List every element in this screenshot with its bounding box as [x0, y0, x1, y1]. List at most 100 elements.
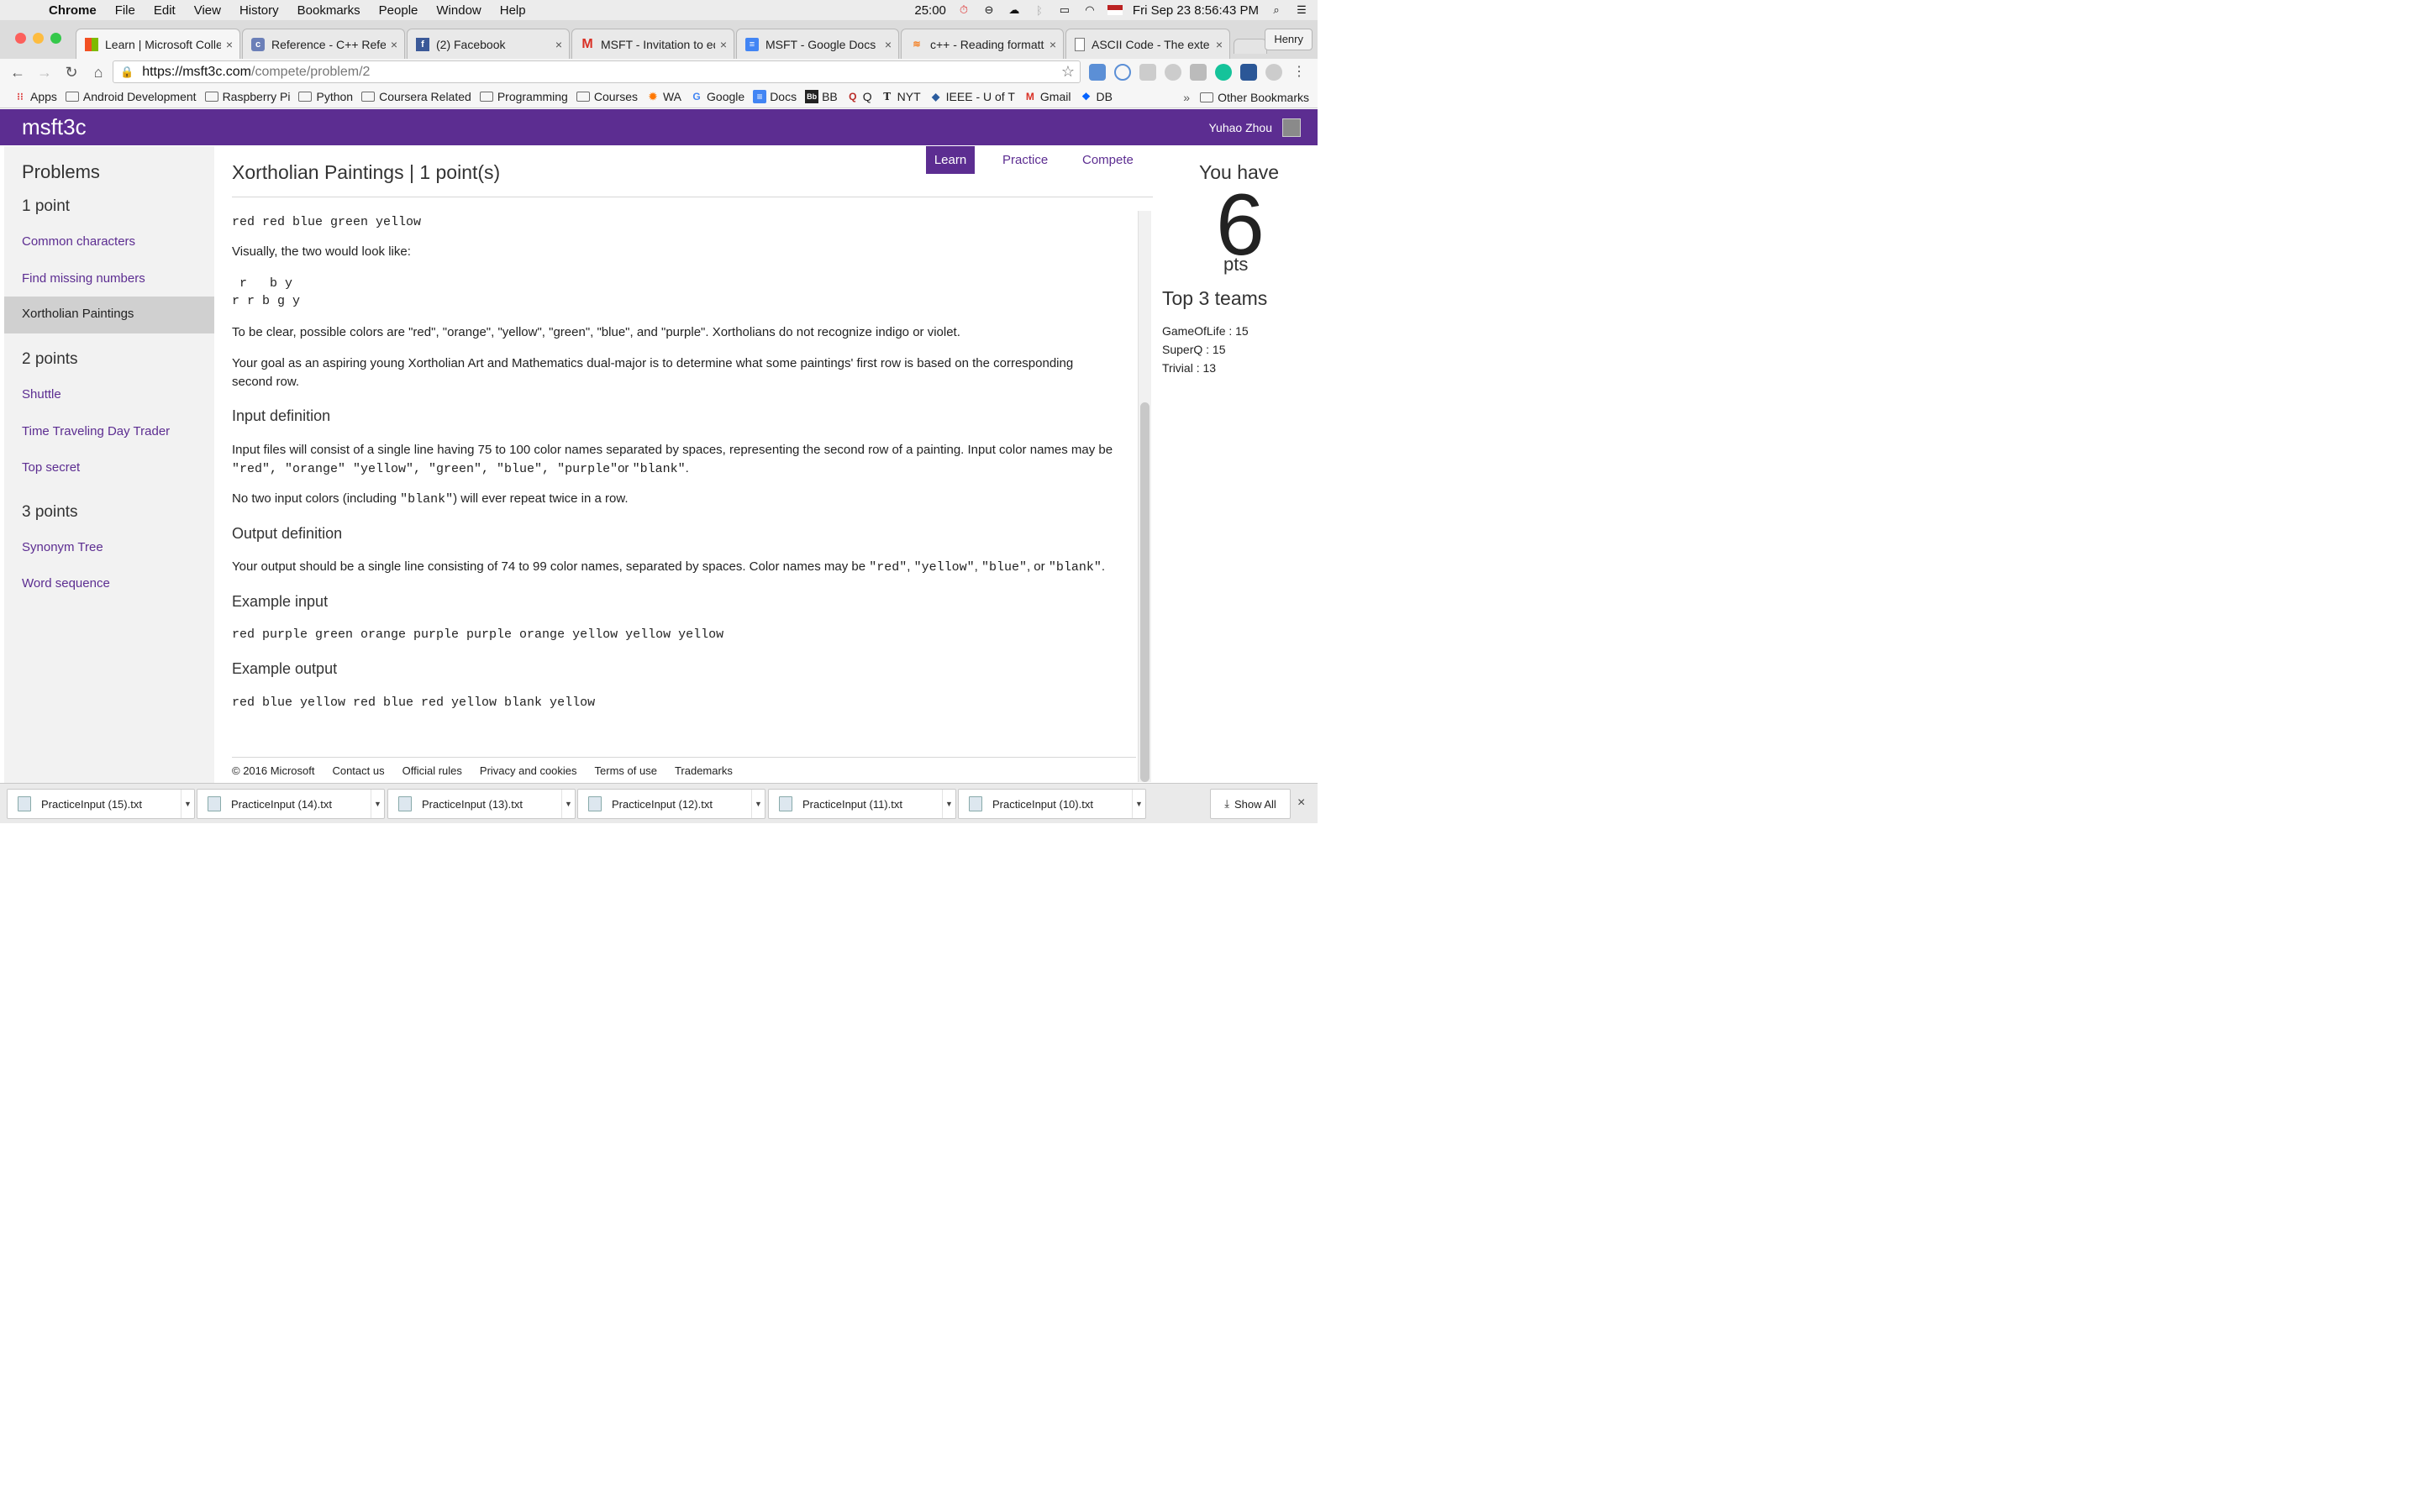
footer-official-rules-link[interactable]: Official rules [402, 764, 462, 777]
tab-learn-mode[interactable]: Learn [926, 146, 975, 174]
pomodoro-timer[interactable]: 25:00 [914, 3, 946, 18]
menu-people[interactable]: People [379, 3, 418, 18]
bookmark-python[interactable]: Python [298, 90, 353, 103]
spotlight-search-icon[interactable]: ⌕ [1269, 3, 1284, 17]
menu-file[interactable]: File [115, 3, 135, 18]
minimize-window-button[interactable] [33, 33, 44, 44]
do-not-disturb-icon[interactable]: ⊖ [981, 3, 997, 17]
calendar-extension-icon[interactable] [1089, 64, 1106, 81]
tab-ascii[interactable]: ASCII Code - The exte × [1065, 29, 1230, 59]
download-item[interactable]: PracticeInput (12).txt ▼ [577, 789, 765, 819]
footer-privacy-link[interactable]: Privacy and cookies [480, 764, 577, 777]
sidebar-item-find-missing-numbers[interactable]: Find missing numbers [22, 271, 145, 286]
menu-clock[interactable]: Fri Sep 23 8:56:43 PM [1133, 3, 1259, 18]
close-tab-icon[interactable]: × [720, 38, 727, 51]
close-downloads-icon[interactable]: × [1297, 795, 1305, 811]
wifi-icon[interactable]: ◠ [1082, 3, 1097, 17]
chevron-down-icon[interactable]: ▼ [181, 790, 194, 818]
bookmark-android-development[interactable]: Android Development [65, 90, 197, 103]
bookmark-programming[interactable]: Programming [479, 90, 568, 103]
other-bookmarks[interactable]: » Other Bookmarks [1183, 86, 1309, 108]
bookmark-q[interactable]: QQ [846, 90, 872, 103]
footer-contact-link[interactable]: Contact us [332, 764, 384, 777]
footer-trademarks-link[interactable]: Trademarks [675, 764, 733, 777]
avatar[interactable] [1282, 118, 1301, 137]
notification-center-icon[interactable]: ☰ [1294, 3, 1309, 17]
dropbox-extension-icon[interactable] [1139, 64, 1156, 81]
menu-help[interactable]: Help [500, 3, 526, 18]
profile-button[interactable]: Henry [1265, 29, 1313, 50]
apple-icon[interactable] [18, 3, 32, 18]
sidebar-item-top-secret[interactable]: Top secret [22, 460, 80, 475]
address-bar[interactable]: 🔒 https://msft3c.com/compete/problem/2 ☆ [113, 60, 1081, 83]
tab-practice-mode[interactable]: Practice [994, 146, 1056, 174]
new-tab-button[interactable] [1234, 39, 1267, 54]
chrome-menu-icon[interactable]: ⋮ [1292, 64, 1306, 81]
download-item[interactable]: PracticeInput (10).txt ▼ [958, 789, 1146, 819]
sidebar-item-xortholian-paintings[interactable]: Xortholian Paintings [4, 297, 214, 333]
cloud-icon[interactable]: ☁ [1007, 3, 1022, 17]
sidebar-item-common-characters[interactable]: Common characters [22, 234, 135, 249]
download-item[interactable]: PracticeInput (15).txt ▼ [7, 789, 195, 819]
site-logo[interactable]: msft3c [22, 114, 87, 140]
bookmark-raspberry-pi[interactable]: Raspberry Pi [204, 90, 290, 103]
reader-extension-icon[interactable] [1240, 64, 1257, 81]
menu-edit[interactable]: Edit [154, 3, 176, 18]
chevron-down-icon[interactable]: ▼ [1132, 790, 1145, 818]
back-icon[interactable]: ← [8, 63, 27, 81]
home-icon[interactable]: ⌂ [89, 63, 108, 81]
bookmark-star-icon[interactable]: ☆ [1061, 63, 1075, 81]
reload-icon[interactable]: ↻ [62, 63, 81, 81]
scrollbar-thumb[interactable] [1140, 402, 1150, 782]
chevron-right-icon[interactable]: » [1183, 91, 1190, 104]
chevron-down-icon[interactable]: ▼ [942, 790, 955, 818]
show-all-downloads-button[interactable]: ⤓ Show All [1210, 789, 1291, 819]
bookmark-db[interactable]: ❖ DB [1079, 90, 1113, 103]
bookmark-ieee[interactable]: ◆ IEEE - U of T [929, 90, 1015, 103]
stopwatch-icon[interactable]: ⏱ [956, 3, 971, 17]
download-item[interactable]: PracticeInput (13).txt ▼ [387, 789, 576, 819]
sidebar-item-shuttle[interactable]: Shuttle [22, 387, 61, 402]
sidebar-item-time-traveling-day-trader[interactable]: Time Traveling Day Trader [22, 424, 170, 438]
close-tab-icon[interactable]: × [555, 38, 562, 51]
bookmark-docs[interactable]: ≡ Docs [753, 90, 797, 103]
battery-icon[interactable]: ▭ [1057, 3, 1072, 17]
close-tab-icon[interactable]: × [226, 38, 233, 51]
close-tab-icon[interactable]: × [1050, 38, 1056, 51]
chevron-down-icon[interactable]: ▼ [751, 790, 765, 818]
forward-icon[interactable]: → [35, 63, 54, 81]
close-window-button[interactable] [15, 33, 26, 44]
tab-google-docs[interactable]: ≡ MSFT - Google Docs × [736, 29, 899, 59]
bookmark-nyt[interactable]: T NYT [881, 90, 920, 103]
clock-extension-icon[interactable] [1114, 64, 1131, 81]
footer-terms-link[interactable]: Terms of use [595, 764, 657, 777]
menu-app-name[interactable]: Chrome [49, 3, 97, 18]
tab-reference[interactable]: c Reference - C++ Refer × [242, 29, 405, 59]
bluetooth-icon[interactable]: ᛒ [1032, 3, 1047, 17]
grammarly-extension-icon[interactable] [1215, 64, 1232, 81]
m-extension-icon[interactable] [1265, 64, 1282, 81]
bookmark-coursera-related[interactable]: Coursera Related [361, 90, 471, 103]
menu-window[interactable]: Window [436, 3, 481, 18]
bookmark-google[interactable]: G Google [690, 90, 744, 103]
sidebar-item-synonym-tree[interactable]: Synonym Tree [22, 540, 103, 554]
menu-bookmarks[interactable]: Bookmarks [297, 3, 360, 18]
close-tab-icon[interactable]: × [391, 38, 397, 51]
chevron-down-icon[interactable]: ▼ [561, 790, 575, 818]
bookmark-wa[interactable]: ✹ WA [646, 90, 681, 103]
content-scrollbar[interactable] [1138, 211, 1151, 782]
menu-view[interactable]: View [194, 3, 221, 18]
close-tab-icon[interactable]: × [1216, 38, 1223, 51]
tab-facebook[interactable]: f (2) Facebook × [407, 29, 570, 59]
drive-extension-icon[interactable] [1190, 64, 1207, 81]
bookmark-courses[interactable]: Courses [576, 90, 638, 103]
chevron-down-icon[interactable]: ▼ [371, 790, 384, 818]
user-name[interactable]: Yuhao Zhou [1208, 121, 1272, 134]
tab-gmail[interactable]: M MSFT - Invitation to ed × [571, 29, 734, 59]
sidebar-item-word-sequence[interactable]: Word sequence [22, 576, 110, 591]
close-tab-icon[interactable]: × [885, 38, 892, 51]
download-item[interactable]: PracticeInput (11).txt ▼ [768, 789, 956, 819]
rss-extension-icon[interactable] [1165, 64, 1181, 81]
tab-stackoverflow[interactable]: ≋ c++ - Reading formatt × [901, 29, 1064, 59]
bookmark-gmail[interactable]: M Gmail [1023, 90, 1071, 103]
